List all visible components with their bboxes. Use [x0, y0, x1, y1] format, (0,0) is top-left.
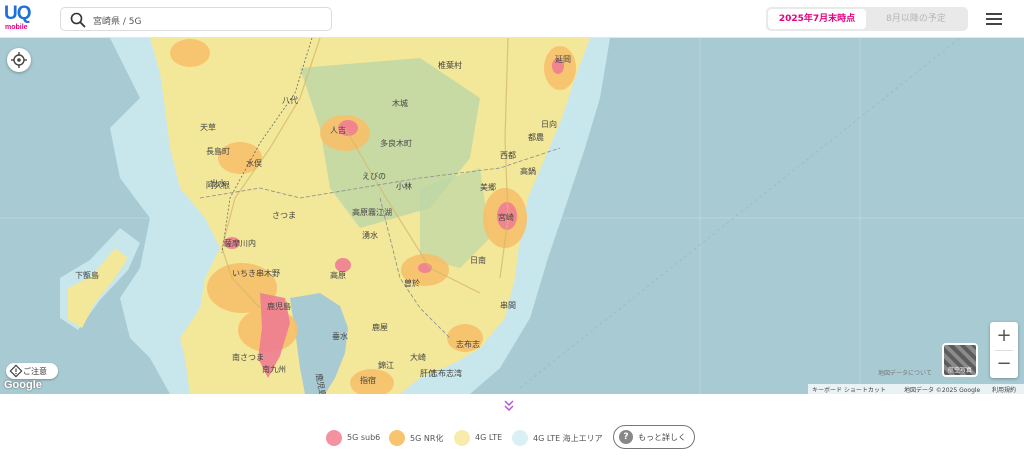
label-tsuno: 都農: [528, 132, 544, 142]
legend-label: 4G LTE: [475, 433, 503, 442]
header-bar: UQ mobile 宮崎県 / 5G 2025年7月末時点 8月以降の予定: [0, 0, 1024, 38]
tab-planned[interactable]: 8月以降の予定: [866, 9, 966, 29]
label-kirishima: 高原霧江湖: [352, 207, 392, 217]
keyboard-shortcuts-link[interactable]: キーボード ショートカット: [812, 385, 886, 394]
legend-swatch: [454, 430, 470, 446]
legend-swatch: [326, 430, 342, 446]
more-details-label: もっと詳しく: [638, 433, 686, 442]
app: UQ mobile 宮崎県 / 5G 2025年7月末時点 8月以降の予定 鹿児…: [0, 0, 1024, 467]
legend-label: 5G NR化: [410, 434, 444, 443]
label-soo: 曽於: [404, 278, 420, 288]
label-nichinan: 日南: [470, 255, 486, 265]
label-nagashima: 長島町: [206, 146, 230, 156]
label-yusui: 湧水: [362, 230, 378, 240]
google-logo: Google: [4, 379, 42, 391]
label-amakusa: 天草: [200, 122, 216, 132]
crosshair-icon: [11, 52, 27, 68]
label-tarumizu: 垂水: [332, 331, 348, 341]
label-kushima: 串間: [500, 301, 516, 310]
map-data-credit: 地図データ ©2025 Google: [904, 387, 981, 394]
label-kagoshima: 鹿児島: [267, 301, 291, 311]
label-taragi: 多良木町: [380, 138, 412, 148]
legend-label: 4G LTE 海上エリア: [533, 434, 603, 443]
logo-mobile: mobile: [5, 24, 28, 31]
search-value: 宮崎県 / 5G: [93, 17, 142, 27]
search-input[interactable]: 宮崎県 / 5G: [60, 7, 332, 31]
map-attribution: キーボード ショートカット 地図データ ©2025 Google 利用規約: [808, 384, 1024, 394]
uq-mobile-logo[interactable]: UQ mobile: [4, 3, 36, 35]
label-miyazaki: 宮崎: [498, 212, 514, 222]
label-satsumasendai: 薩摩川内: [224, 238, 256, 248]
zoom-control: + −: [990, 322, 1018, 378]
hamburger-menu-icon[interactable]: [984, 10, 1004, 28]
label-shiiba: 椎葉村: [438, 60, 462, 70]
map-data-note: 地図データについて: [878, 370, 932, 377]
aerial-photo-toggle[interactable]: 航空写真: [942, 343, 978, 377]
label-akune: 阿久根: [206, 180, 230, 190]
help-icon: ?: [619, 430, 633, 444]
tab-current[interactable]: 2025年7月末時点: [768, 9, 866, 29]
coverage-legend: 5G sub6 5G NR化 4G LTE 4G LTE 海上エリア: [0, 420, 1024, 454]
search-icon: [70, 12, 86, 28]
label-saito: 西都: [500, 151, 516, 160]
label-ebino: えびの: [362, 172, 386, 181]
terms-link[interactable]: 利用規約: [992, 385, 1016, 394]
warning-icon: [9, 364, 23, 378]
label-yatsushiro: 八代: [282, 95, 298, 105]
date-toggle: 2025年7月末時点 8月以降の予定: [766, 7, 968, 31]
label-minamisatsuma: 南さつま: [232, 352, 264, 362]
zoom-out-button[interactable]: −: [990, 350, 1018, 378]
label-osumi: 大崎: [410, 352, 426, 362]
label-nobeoka: 延岡: [555, 54, 571, 64]
more-details-button[interactable]: ? もっと詳しく: [613, 425, 695, 449]
legend-swatch: [512, 430, 528, 446]
my-location-button[interactable]: [7, 48, 31, 72]
label-shibushi-bay: 志布志湾: [430, 368, 462, 378]
label-takanabe: 高鍋: [520, 166, 536, 176]
legend-swatch: [389, 430, 405, 446]
label-mizuho: 高原: [330, 270, 346, 280]
legend-label: 5G sub6: [347, 433, 381, 442]
label-shibushi: 志布志: [456, 339, 480, 349]
label-satsuma: さつま: [272, 211, 296, 220]
label-misato: 美郷: [480, 182, 496, 192]
label-kinko: 錦江: [378, 360, 394, 370]
coverage-map[interactable]: 鹿児島 宮崎 高原霧江湖 延岡 日向 串間 志布志 水俣 出水 薩摩川内 いちき…: [0, 38, 1024, 394]
label-kobayashi: 小林: [396, 181, 412, 191]
chevron-down-icon[interactable]: [502, 399, 516, 413]
label-minamikyushu: 南九州: [262, 364, 286, 374]
logo-uq: UQ: [4, 3, 31, 24]
label-kijo: 木城: [392, 98, 408, 108]
label-ichikikushikino: いちき串木野: [232, 268, 280, 278]
label-hyuga: 日向: [541, 119, 557, 129]
map-canvas: 鹿児島 宮崎 高原霧江湖 延岡 日向 串間 志布志 水俣 出水 薩摩川内 いちき…: [0, 38, 1024, 394]
notice-label: ご注意: [23, 367, 47, 376]
notice-button[interactable]: ご注意: [6, 363, 58, 379]
label-ibusuki: 指宿: [360, 375, 376, 385]
label-hitoyoshi: 人吉: [330, 126, 346, 135]
zoom-in-button[interactable]: +: [990, 322, 1018, 350]
aerial-label: 航空写真: [947, 367, 972, 374]
label-koshikijima: 下甑島: [75, 270, 99, 280]
label-kanoya: 鹿屋: [372, 322, 388, 332]
label-minamata: 水俣: [246, 158, 262, 168]
